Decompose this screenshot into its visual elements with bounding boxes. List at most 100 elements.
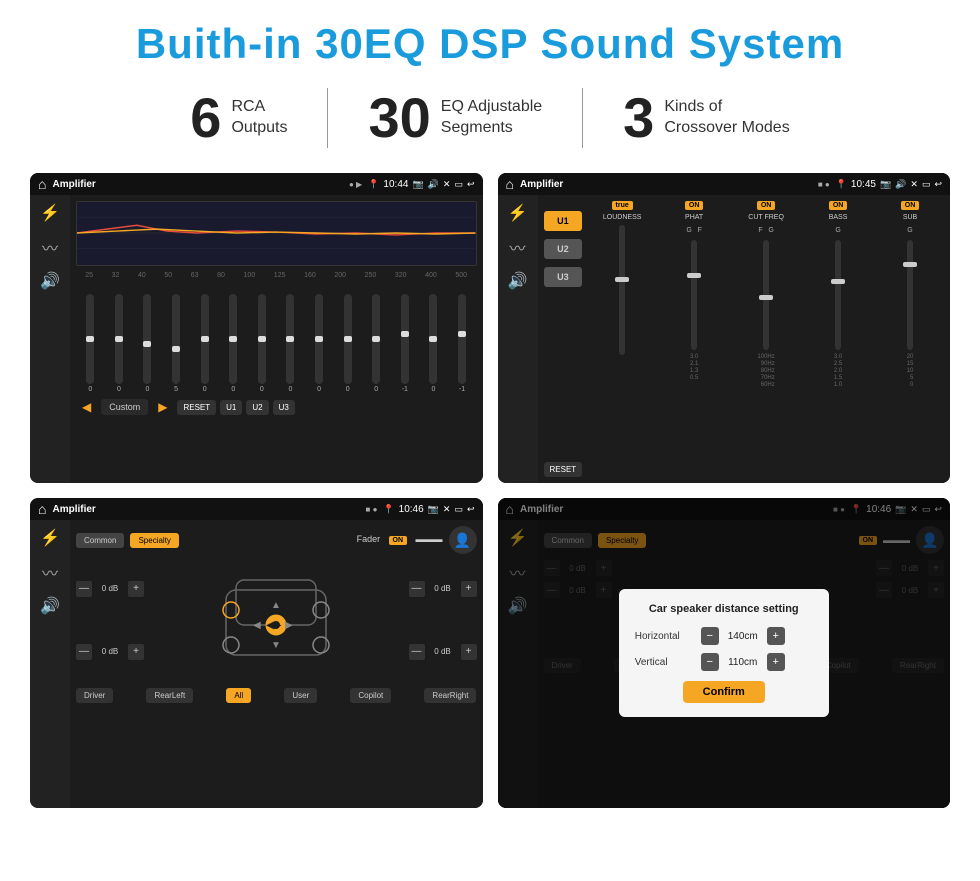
eq-screen-title: Amplifier xyxy=(52,179,343,190)
horizontal-value: 140cm xyxy=(723,631,763,642)
eq-slider-1[interactable]: 0 xyxy=(86,294,94,393)
horizontal-plus-btn[interactable]: + xyxy=(767,627,785,645)
horizontal-minus-btn[interactable]: − xyxy=(701,627,719,645)
eq-graph xyxy=(76,201,477,266)
db-plus-1[interactable]: + xyxy=(128,581,144,597)
db-val-1: 0 dB xyxy=(96,584,124,593)
eq-slider-7[interactable]: 0 xyxy=(258,294,266,393)
eq-reset-btn[interactable]: RESET xyxy=(177,400,216,415)
user-btn[interactable]: User xyxy=(284,688,317,703)
eq-back-icon: ↩ xyxy=(467,179,475,190)
eq-vol-icon: 🔊 xyxy=(428,179,439,190)
car-svg: ◀▶ ▲ ▼ ◀ ▶ xyxy=(211,560,341,680)
eq-u1-btn[interactable]: U1 xyxy=(220,400,242,415)
db-val-4: 0 dB xyxy=(429,647,457,656)
vertical-control: − 110cm + xyxy=(701,653,785,671)
eq-slider-3[interactable]: 0 xyxy=(143,294,151,393)
all-btn[interactable]: All xyxy=(226,688,251,703)
fader-specialty-tab[interactable]: Specialty xyxy=(130,533,178,548)
fader-common-tab[interactable]: Common xyxy=(76,533,124,548)
db-row-4: — 0 dB + xyxy=(409,644,477,660)
eq-slider-8[interactable]: 0 xyxy=(286,294,294,393)
fader-sidebar-wave-icon[interactable]: 〰 xyxy=(42,560,58,584)
fader-status-icons: 📍 10:46 📷 ✕ ▭ ↩ xyxy=(383,504,474,515)
loudness-track[interactable] xyxy=(619,225,625,355)
phat-track[interactable] xyxy=(691,240,697,350)
fader-dot-icons: ■ ● xyxy=(366,505,378,514)
cross-status-icons: 📍 10:45 📷 🔊 ✕ ▭ ↩ xyxy=(836,179,942,190)
u3-button[interactable]: U3 xyxy=(544,267,583,287)
eq-sidebar-eq-icon[interactable]: ⚡ xyxy=(40,203,60,223)
cross-sliders-area: true LOUDNESS ON PHAT G F xyxy=(588,201,944,477)
eq-u2-btn[interactable]: U2 xyxy=(246,400,268,415)
eq-play-btn[interactable]: ▶ xyxy=(152,397,173,417)
zone-buttons-row: Driver RearLeft All User Copilot RearRig… xyxy=(76,688,477,703)
eq-freq-labels: 253240 506380 100125160 200250320 400500 xyxy=(76,272,477,279)
ch-sub: ON SUB G 20 15 10 5 0 xyxy=(876,201,944,477)
eq-location-icon: 📍 xyxy=(368,179,379,190)
cross-vol-icon: 🔊 xyxy=(895,179,906,190)
fader-sidebar-eq-icon[interactable]: ⚡ xyxy=(40,528,60,548)
u2-button[interactable]: U2 xyxy=(544,239,583,259)
eq-sliders-area[interactable]: 0 0 0 5 xyxy=(76,283,477,393)
eq-screen: ⌂ Amplifier ● ▶ 📍 10:44 📷 🔊 ✕ ▭ ↩ ⚡ 〰 🔊 xyxy=(30,173,483,483)
eq-win-icon: ▭ xyxy=(454,179,463,190)
vertical-plus-btn[interactable]: + xyxy=(767,653,785,671)
confirm-button[interactable]: Confirm xyxy=(683,681,765,703)
eq-sidebar-vol-icon[interactable]: 🔊 xyxy=(40,271,60,291)
eq-sidebar-wave-icon[interactable]: 〰 xyxy=(42,235,58,259)
eq-slider-11[interactable]: 0 xyxy=(372,294,380,393)
ch-bass: ON BASS G 3.0 2.5 2.0 1.5 1.0 xyxy=(804,201,872,477)
eq-slider-4[interactable]: 5 xyxy=(172,294,180,393)
cross-sidebar-wave-icon[interactable]: 〰 xyxy=(509,235,525,259)
vertical-label: Vertical xyxy=(635,657,695,668)
eq-slider-5[interactable]: 0 xyxy=(201,294,209,393)
bass-track[interactable] xyxy=(835,240,841,350)
cross-sidebar-vol-icon[interactable]: 🔊 xyxy=(508,271,528,291)
db-minus-3[interactable]: — xyxy=(409,581,425,597)
driver-btn[interactable]: Driver xyxy=(76,688,113,703)
eq-slider-10[interactable]: 0 xyxy=(344,294,352,393)
cross-reset-btn[interactable]: RESET xyxy=(544,462,583,477)
db-minus-4[interactable]: — xyxy=(409,644,425,660)
rearleft-btn[interactable]: RearLeft xyxy=(146,688,193,703)
db-plus-3[interactable]: + xyxy=(461,581,477,597)
eq-u3-btn[interactable]: U3 xyxy=(273,400,295,415)
svg-text:◀: ◀ xyxy=(253,620,261,631)
eq-slider-2[interactable]: 0 xyxy=(115,294,123,393)
cutfreq-track[interactable] xyxy=(763,240,769,350)
dialog-screen: ⌂ Amplifier ■ ● 📍 10:46 📷 ✕ ▭ ↩ ⚡ 〰 🔊 xyxy=(498,498,951,808)
ch-cutfreq: ON CUT FREQ F G 100Hz 90Hz 80Hz 70Hz xyxy=(732,201,800,477)
sub-track[interactable] xyxy=(907,240,913,350)
stat-crossover-text: Kinds ofCrossover Modes xyxy=(664,97,789,139)
left-db-controls: — 0 dB + — 0 dB + xyxy=(76,560,144,680)
rearright-btn[interactable]: RearRight xyxy=(424,688,476,703)
u1-button[interactable]: U1 xyxy=(544,211,583,231)
eq-prev-btn[interactable]: ◀ xyxy=(76,397,97,417)
vertical-minus-btn[interactable]: − xyxy=(701,653,719,671)
eq-slider-12[interactable]: -1 xyxy=(401,294,409,393)
cross-main-area: U1 U2 U3 RESET true LOUDNESS xyxy=(538,195,951,483)
eq-slider-9[interactable]: 0 xyxy=(315,294,323,393)
db-minus-2[interactable]: — xyxy=(76,644,92,660)
copilot-btn[interactable]: Copilot xyxy=(350,688,391,703)
db-plus-4[interactable]: + xyxy=(461,644,477,660)
eq-home-icon[interactable]: ⌂ xyxy=(38,176,46,192)
db-minus-1[interactable]: — xyxy=(76,581,92,597)
cross-status-bar: ⌂ Amplifier ■ ● 📍 10:45 📷 🔊 ✕ ▭ ↩ xyxy=(498,173,951,195)
main-title: Buith-in 30EQ DSP Sound System xyxy=(30,20,950,68)
cross-sidebar-eq-icon[interactable]: ⚡ xyxy=(508,203,528,223)
stat-eq-number: 30 xyxy=(368,90,430,146)
fader-profile-btn[interactable]: 👤 xyxy=(449,526,477,554)
svg-text:◀▶: ◀▶ xyxy=(266,620,282,631)
eq-slider-14[interactable]: -1 xyxy=(458,294,466,393)
stat-eq: 30 EQ AdjustableSegments xyxy=(328,90,582,146)
cross-home-icon[interactable]: ⌂ xyxy=(506,176,514,192)
db-plus-2[interactable]: + xyxy=(128,644,144,660)
eq-slider-13[interactable]: 0 xyxy=(429,294,437,393)
eq-slider-6[interactable]: 0 xyxy=(229,294,237,393)
fader-sidebar-vol-icon[interactable]: 🔊 xyxy=(40,596,60,616)
stats-row: 6 RCAOutputs 30 EQ AdjustableSegments 3 … xyxy=(30,88,950,148)
horizontal-row: Horizontal − 140cm + xyxy=(635,627,813,645)
fader-home-icon[interactable]: ⌂ xyxy=(38,501,46,517)
